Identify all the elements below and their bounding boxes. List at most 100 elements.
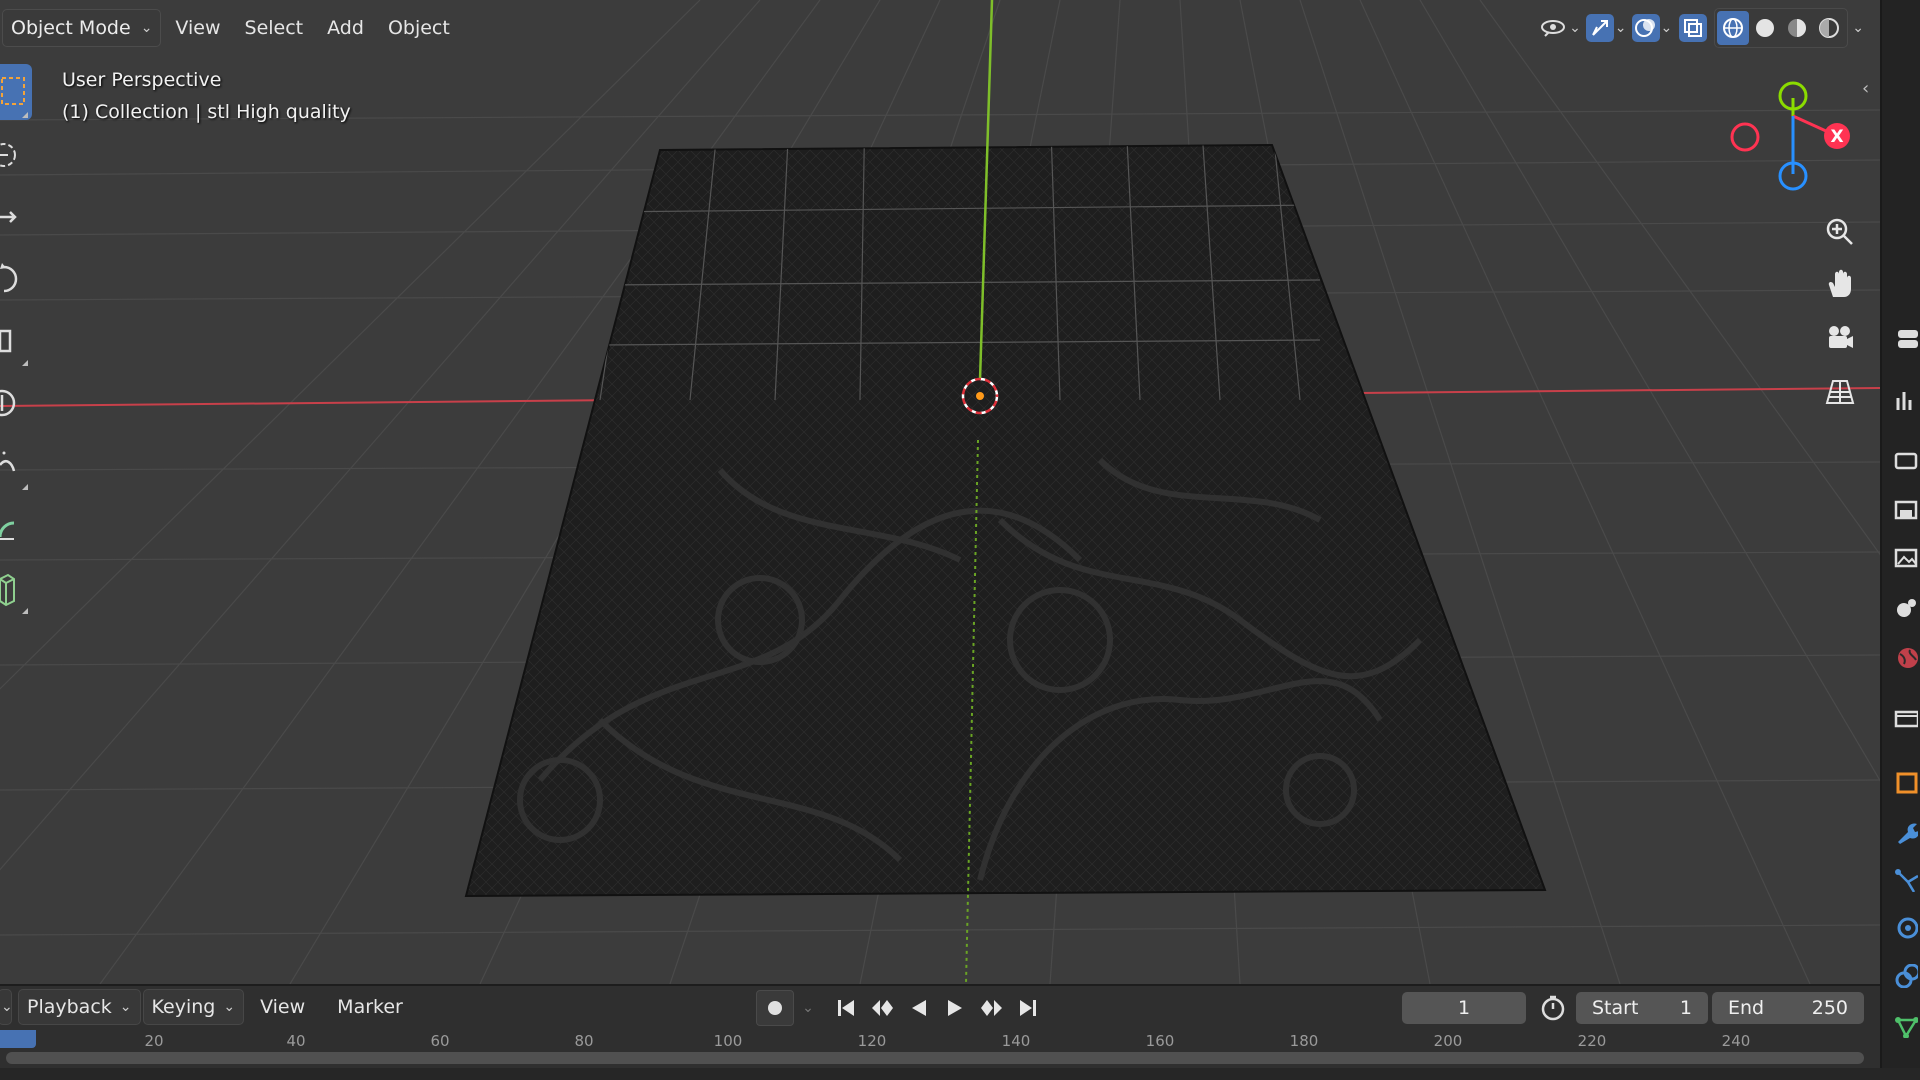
jump-end-button[interactable] xyxy=(1010,991,1044,1025)
menu-add[interactable]: Add xyxy=(317,10,374,46)
object-tab-icon[interactable] xyxy=(1890,766,1920,798)
xray-toggle[interactable] xyxy=(1676,9,1710,47)
keying-menu[interactable]: Keying ⌄ xyxy=(142,989,245,1025)
measure-icon xyxy=(0,521,15,540)
play-reverse-button[interactable] xyxy=(902,991,936,1025)
play-button[interactable] xyxy=(938,991,972,1025)
solid-sphere-icon xyxy=(1756,19,1775,37)
end-frame-label: End xyxy=(1728,997,1765,1019)
pan-button[interactable] xyxy=(1818,262,1862,306)
prev-keyframe-button[interactable] xyxy=(866,991,900,1025)
marker-menu[interactable]: Marker xyxy=(327,990,413,1024)
move-tool[interactable] xyxy=(0,190,32,244)
material-shading-button[interactable] xyxy=(1781,11,1813,45)
annotate-tool[interactable] xyxy=(0,438,32,492)
stl-mesh-object[interactable] xyxy=(464,100,1547,898)
transform-tool[interactable] xyxy=(0,376,32,430)
shading-options-chevron-icon[interactable]: ⌄ xyxy=(1852,20,1864,36)
auto-keying-button[interactable] xyxy=(756,990,794,1026)
ruler-tick-label: 140 xyxy=(1001,1032,1031,1050)
start-frame-field[interactable]: Start 1 xyxy=(1576,992,1708,1024)
ruler-tick-label: 60 xyxy=(430,1032,450,1050)
x-axis-label: X xyxy=(1830,127,1843,147)
rendered-shading-button[interactable] xyxy=(1813,11,1845,45)
object-mode-dropdown[interactable]: Object Mode ⌄ xyxy=(2,9,162,47)
play-icon xyxy=(948,1000,962,1016)
3d-viewport[interactable]: Object Mode ⌄ View Select Add Object ⌄ ⌄… xyxy=(0,0,1880,984)
shading-modes xyxy=(1714,8,1849,48)
select-box-tool[interactable] xyxy=(0,64,32,120)
jump-start-button[interactable] xyxy=(830,991,864,1025)
visibility-dropdown[interactable]: ⌄ xyxy=(1539,9,1581,47)
gizmo-toggle[interactable]: ⌄ xyxy=(1585,9,1627,47)
end-frame-value: 250 xyxy=(1811,997,1848,1019)
data-tab-icon[interactable] xyxy=(1890,1010,1920,1042)
tool-shelf xyxy=(0,64,34,624)
output-tab-icon[interactable] xyxy=(1890,494,1920,526)
scale-icon xyxy=(0,329,12,353)
current-frame-field[interactable]: 1 xyxy=(1402,992,1526,1024)
view-layer-tab-icon[interactable] xyxy=(1890,542,1920,574)
measure-tool[interactable] xyxy=(0,500,32,554)
scene-tab-icon[interactable] xyxy=(1890,592,1920,624)
menu-object[interactable]: Object xyxy=(378,10,460,46)
viewport-scene[interactable] xyxy=(0,0,1880,984)
timeline-editor: ⌄ Playback ⌄ Keying ⌄ View Marker ⌄ 1 St… xyxy=(0,984,1880,1080)
ruler-tick-label: 120 xyxy=(857,1032,887,1050)
menu-view[interactable]: View xyxy=(165,10,230,46)
constraints-tab-icon[interactable] xyxy=(1890,960,1920,992)
ruler-tick-label: 20 xyxy=(144,1032,164,1050)
collection-tab-icon[interactable] xyxy=(1890,702,1920,734)
tool-options-marker xyxy=(22,360,28,366)
timeline-scrollbar[interactable] xyxy=(6,1052,1864,1064)
solid-shading-button[interactable] xyxy=(1749,11,1781,45)
chevron-down-icon: ⌄ xyxy=(1614,20,1627,36)
overlays-toggle[interactable]: ⌄ xyxy=(1631,9,1672,47)
rotate-icon xyxy=(0,263,18,293)
jump-to-end-icon xyxy=(1020,1000,1036,1016)
world-tab-icon[interactable] xyxy=(1890,642,1920,674)
chevron-down-icon: ⌄ xyxy=(223,999,236,1015)
overlays-icon xyxy=(1631,14,1660,42)
particles-tab-icon[interactable] xyxy=(1890,864,1920,896)
sidebar-collapse-icon[interactable]: ‹ xyxy=(1862,78,1869,99)
tool-tab-icon[interactable] xyxy=(1890,322,1920,354)
previous-keyframe-icon xyxy=(872,1000,893,1016)
neg-x-axis-handle[interactable] xyxy=(1730,122,1760,152)
perspective-toggle-button[interactable] xyxy=(1818,370,1862,414)
ruler-tick-label: 240 xyxy=(1721,1032,1751,1050)
next-keyframe-button[interactable] xyxy=(974,991,1008,1025)
xray-icon xyxy=(1679,14,1708,42)
navigation-gizmo[interactable]: X xyxy=(1710,70,1860,200)
cursor-icon xyxy=(0,143,16,167)
menu-select[interactable]: Select xyxy=(235,10,314,46)
chevron-down-icon: ⌄ xyxy=(802,1000,814,1016)
preview-range-toggle[interactable] xyxy=(1538,994,1568,1026)
viewport-info: User Perspective (1) Collection | stl Hi… xyxy=(62,64,351,128)
editor-type-dropdown[interactable]: ⌄ xyxy=(0,989,13,1025)
physics-tab-icon[interactable] xyxy=(1890,912,1920,944)
end-frame-field[interactable]: End 250 xyxy=(1712,992,1864,1024)
camera-icon xyxy=(1829,326,1853,348)
rotate-tool[interactable] xyxy=(0,252,32,306)
wireframe-shading-button[interactable] xyxy=(1717,11,1750,45)
grid-perspective-icon xyxy=(1825,380,1855,404)
gizmo-icon xyxy=(1585,14,1614,42)
zoom-button[interactable] xyxy=(1818,210,1862,254)
zoom-icon xyxy=(1826,218,1853,245)
keying-options-dropdown[interactable]: ⌄ xyxy=(796,991,820,1025)
chevron-down-icon: ⌄ xyxy=(1569,20,1581,36)
modifier-tab-icon[interactable] xyxy=(1890,816,1920,848)
playback-menu[interactable]: Playback ⌄ xyxy=(18,989,141,1025)
status-bar xyxy=(0,1068,1920,1080)
ruler-tick-label: 160 xyxy=(1145,1032,1175,1050)
tool-options-marker xyxy=(22,112,28,118)
timeline-view-menu[interactable]: View xyxy=(250,990,315,1024)
cursor-tool[interactable] xyxy=(0,128,32,182)
object-mode-label: Object Mode xyxy=(11,17,131,39)
tools-settings-tab-icon[interactable] xyxy=(1890,384,1920,416)
render-tab-icon[interactable] xyxy=(1890,444,1920,476)
add-cube-tool[interactable] xyxy=(0,562,32,616)
scale-tool[interactable] xyxy=(0,314,32,368)
camera-view-button[interactable] xyxy=(1818,316,1862,360)
